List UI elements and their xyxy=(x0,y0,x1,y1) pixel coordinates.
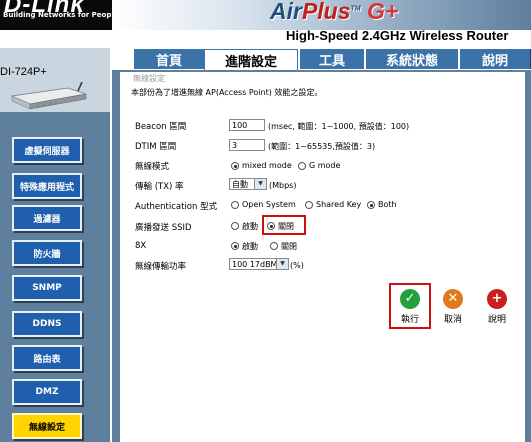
tx-power-value: 100 17dBM xyxy=(232,260,278,269)
dtim-note: (範圍：1~65535,預設值：3) xyxy=(268,142,376,151)
sidebar-item-routing[interactable]: 路由表 xyxy=(12,345,82,371)
beacon-note: (msec, 範圍：1~1000, 預設值：100) xyxy=(268,122,410,131)
dlink-logo: D-Link Building Networks for People xyxy=(0,0,112,30)
airplus-brand: AirPlusTM G+ xyxy=(270,0,398,25)
auth-open-label: Open System xyxy=(242,200,296,209)
chevron-down-icon: ▼ xyxy=(254,179,266,189)
eight-x-enable-radio[interactable] xyxy=(231,242,239,250)
sidebar-item-firewall[interactable]: 防火牆 xyxy=(12,240,82,266)
tx-rate-select[interactable]: 自動 ▼ xyxy=(229,178,267,190)
help-icon: + xyxy=(487,289,507,309)
ssid-broadcast-label: 廣播發送 SSID xyxy=(135,223,192,233)
brand-air: Air xyxy=(270,0,302,24)
mode-mixed-label: mixed mode xyxy=(242,161,292,170)
tx-rate-value: 自動 xyxy=(232,180,248,189)
help-button[interactable]: + 說明 xyxy=(477,289,517,325)
dtim-label: DTIM 區間 xyxy=(135,142,177,152)
tab-help[interactable]: 說明 xyxy=(458,49,531,69)
product-subtitle: High-Speed 2.4GHz Wireless Router xyxy=(286,28,509,43)
model-name: DI-724P+ xyxy=(0,66,47,78)
cancel-button[interactable]: ✕ 取消 xyxy=(433,289,473,325)
mode-g-radio[interactable] xyxy=(298,162,306,170)
tx-rate-label: 傳輸 (TX) 率 xyxy=(135,182,184,192)
apply-label: 執行 xyxy=(400,315,419,325)
tx-power-select[interactable]: 100 17dBM ▼ xyxy=(229,258,289,270)
mode-mixed-radio[interactable] xyxy=(231,162,239,170)
apply-button[interactable]: ✓ 執行 xyxy=(390,289,430,325)
brand-plus: Plus xyxy=(301,0,351,24)
beacon-label: Beacon 區間 xyxy=(135,122,187,132)
sidebar-item-virtual-server[interactable]: 虛擬伺服器 xyxy=(12,137,82,163)
ssid-enable-label: 啟動 xyxy=(242,222,258,231)
logo-tagline: Building Networks for People xyxy=(3,11,112,19)
tab-home[interactable]: 首頁 xyxy=(132,49,205,69)
ssid-enable-radio[interactable] xyxy=(231,222,239,230)
tx-power-label: 無線傳輸功率 xyxy=(135,262,187,272)
tx-rate-unit: (Mbps) xyxy=(269,181,297,190)
tab-status[interactable]: 系統狀態 xyxy=(364,49,459,69)
eight-x-enable-label: 啟動 xyxy=(242,242,258,251)
sidebar-item-wireless[interactable]: 無線設定 xyxy=(12,413,82,439)
tab-tools[interactable]: 工具 xyxy=(298,49,365,69)
auth-shared-radio[interactable] xyxy=(305,201,313,209)
router-image xyxy=(10,82,87,110)
cancel-icon: ✕ xyxy=(443,289,463,309)
auth-open-radio[interactable] xyxy=(231,201,239,209)
sidebar-item-dmz[interactable]: DMZ xyxy=(12,379,82,405)
help-label: 說明 xyxy=(487,315,506,325)
auth-shared-label: Shared Key xyxy=(316,200,362,209)
brand-g: G+ xyxy=(367,0,399,24)
section-title: 無線設定 xyxy=(133,74,165,83)
mode-g-label: G mode xyxy=(309,161,341,170)
sidebar-item-filters[interactable]: 過濾器 xyxy=(12,205,82,231)
eight-x-disable-label: 關閉 xyxy=(281,242,297,251)
beacon-input[interactable]: 100 xyxy=(229,119,265,131)
ssid-highlight-box xyxy=(262,215,306,235)
eight-x-label: 8X xyxy=(135,241,147,251)
sidebar-item-special-apps[interactable]: 特殊應用程式 xyxy=(12,173,82,199)
check-icon: ✓ xyxy=(400,289,420,309)
sidebar-item-snmp[interactable]: SNMP xyxy=(12,275,82,301)
chevron-down-icon: ▼ xyxy=(276,259,288,269)
wireless-mode-label: 無線模式 xyxy=(135,162,170,172)
dtim-input[interactable]: 3 xyxy=(229,139,265,151)
tab-advanced[interactable]: 進階設定 xyxy=(204,49,298,70)
eight-x-disable-radio[interactable] xyxy=(270,242,278,250)
cancel-label: 取消 xyxy=(443,315,462,325)
tx-power-unit: (%) xyxy=(290,261,304,270)
section-description: 本部份為了增進無線 AP(Access Point) 效能之設定。 xyxy=(131,88,323,97)
auth-label: Authentication 型式 xyxy=(135,202,218,212)
auth-both-radio[interactable] xyxy=(367,201,375,209)
brand-tm: TM xyxy=(350,5,361,13)
auth-both-label: Both xyxy=(378,200,397,209)
sidebar-item-ddns[interactable]: DDNS xyxy=(12,311,82,337)
